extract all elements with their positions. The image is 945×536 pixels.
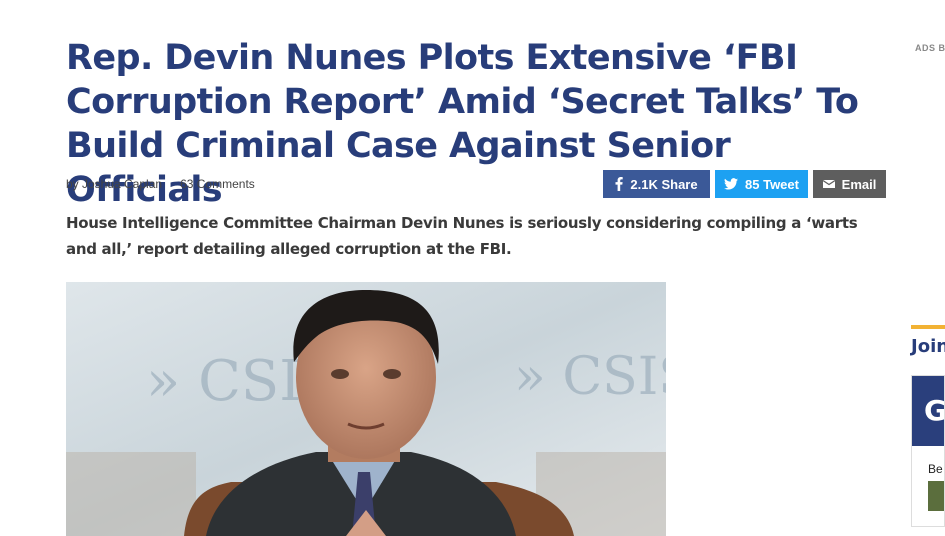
sidebar-accent-rule bbox=[911, 325, 945, 329]
comments-link[interactable]: 63 Comments bbox=[180, 177, 255, 191]
author-link[interactable]: by Joshua Caplan bbox=[66, 177, 162, 191]
sidebar-section-title: Join bbox=[911, 336, 945, 357]
twitter-tweet-label: 85 Tweet bbox=[745, 176, 799, 192]
facebook-share-button[interactable]: 2.1K Share bbox=[603, 170, 710, 198]
facebook-icon bbox=[615, 177, 624, 191]
envelope-icon bbox=[822, 179, 835, 189]
sidebar-card-text: Be bbox=[928, 462, 943, 476]
sidebar-card-heading: G bbox=[924, 394, 945, 427]
article-featured-photo[interactable]: » CSIS » CSIS bbox=[66, 282, 666, 536]
byline: by Joshua Caplan 63 Comments bbox=[66, 177, 255, 191]
sidebar-card-banner: G bbox=[912, 376, 944, 446]
email-share-button[interactable]: Email bbox=[813, 170, 886, 198]
backdrop-text-right: » CSIS bbox=[514, 347, 666, 407]
sidebar-card-thumbnail bbox=[928, 481, 944, 511]
email-share-label: Email bbox=[841, 176, 877, 192]
photo-illustration: » CSIS » CSIS bbox=[66, 282, 666, 536]
sidebar-promo-card[interactable]: G Be bbox=[911, 375, 945, 527]
facebook-share-label: 2.1K Share bbox=[630, 176, 698, 192]
article-dek: House Intelligence Committee Chairman De… bbox=[66, 214, 858, 258]
twitter-tweet-button[interactable]: 85 Tweet bbox=[715, 170, 808, 198]
share-bar: 2.1K Share 85 Tweet Email bbox=[603, 170, 886, 198]
twitter-icon bbox=[724, 178, 739, 190]
ads-by-label: ADS BY bbox=[915, 43, 945, 53]
